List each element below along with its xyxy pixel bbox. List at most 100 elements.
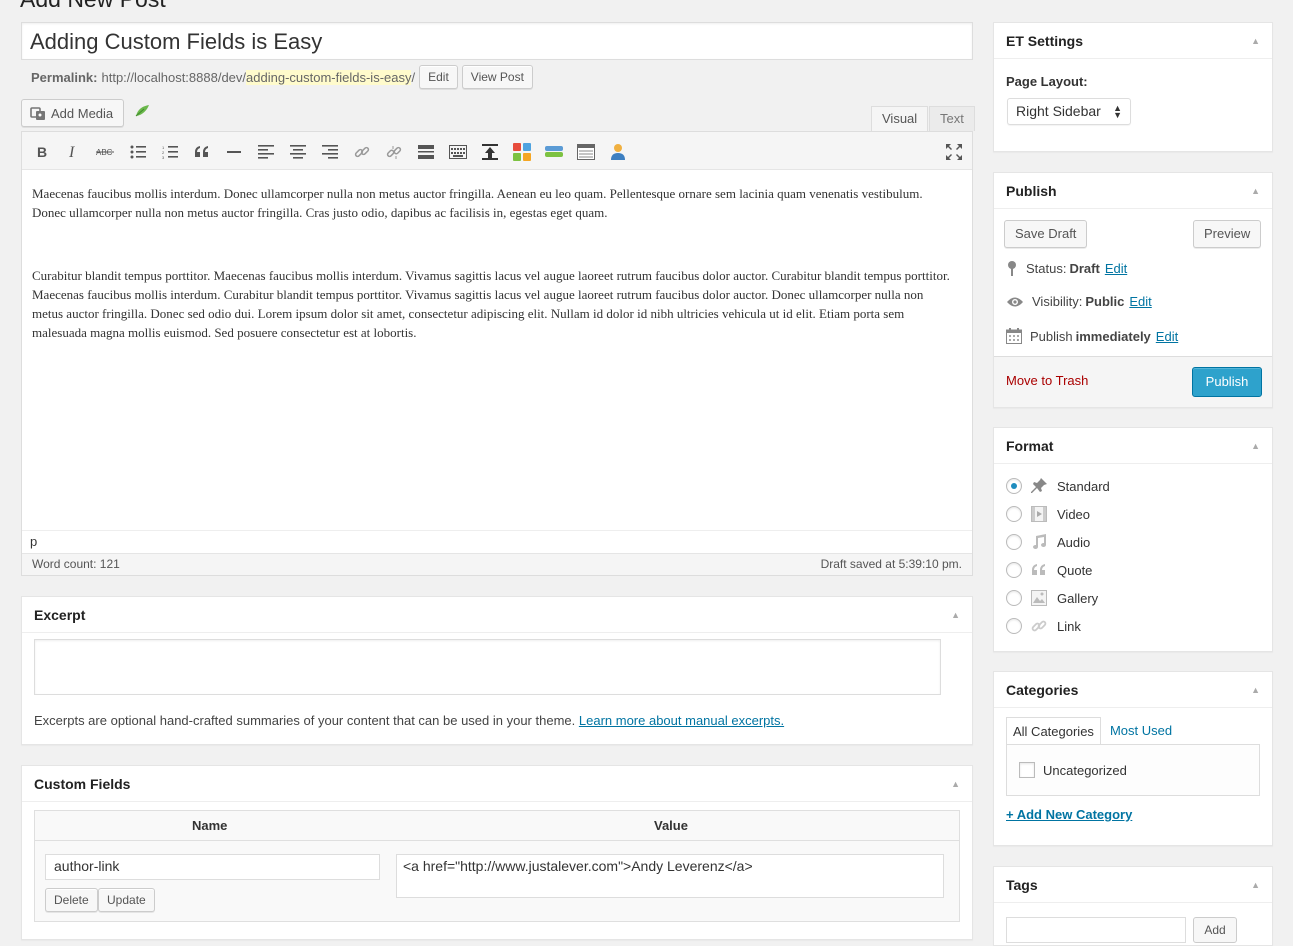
select-arrows-icon: ▲ ▼ [1113,102,1122,120]
publish-button[interactable]: Publish [1192,367,1262,397]
radio-button[interactable] [1006,562,1022,578]
fullscreen-icon[interactable] [944,142,964,162]
permalink-base: http://localhost:8888/dev/ [101,69,247,85]
quote-icon [1030,561,1048,579]
slider-icon[interactable] [544,142,564,162]
horizontal-rule-icon[interactable] [224,142,244,162]
format-option-quote[interactable]: Quote [1006,560,1092,580]
collapse-arrow-icon[interactable]: ▲ [1251,685,1260,695]
custom-field-value-input[interactable]: <a href="http://www.justalever.com">Andy… [396,854,944,898]
align-right-icon[interactable] [320,142,340,162]
tags-header[interactable]: Tags ▲ [994,867,1272,903]
category-item[interactable]: Uncategorized [1019,762,1127,778]
unlink-icon[interactable] [384,142,404,162]
blockquote-icon[interactable] [192,142,212,162]
format-option-link[interactable]: Link [1006,616,1081,636]
tag-input[interactable] [1006,917,1186,943]
numbered-list-icon[interactable]: 123 [160,142,180,162]
format-option-audio[interactable]: Audio [1006,532,1090,552]
permalink-slug[interactable]: adding-custom-fields-is-easy [246,69,412,85]
categories-header[interactable]: Categories ▲ [994,672,1272,708]
tab-visual[interactable]: Visual [871,106,929,131]
excerpt-learn-more-link[interactable]: Learn more about manual excerpts. [579,713,784,728]
link-icon[interactable] [352,142,372,162]
format-option-gallery[interactable]: Gallery [1006,588,1098,608]
calendar-icon [1006,328,1022,344]
align-center-icon[interactable] [288,142,308,162]
page-title: Add New Post [20,0,166,13]
excerpt-header[interactable]: Excerpt ▲ [22,597,972,633]
tab-all-categories[interactable]: All Categories [1006,717,1101,745]
radio-button[interactable] [1006,618,1022,634]
format-option-video[interactable]: Video [1006,504,1090,524]
toolbar-toggle-icon[interactable] [448,142,468,162]
collapse-arrow-icon[interactable]: ▲ [951,610,960,620]
visibility-value: Public [1085,294,1125,309]
bullet-list-icon[interactable] [128,142,148,162]
format-label: Link [1057,618,1081,634]
update-button[interactable]: Update [98,888,155,912]
categories-box: Categories ▲ All Categories Most Used Un… [993,671,1273,846]
collapse-arrow-icon[interactable]: ▲ [1251,441,1260,451]
schedule-edit-link[interactable]: Edit [1156,329,1178,344]
editor-status-bar: Word count: 121 Draft saved at 5:39:10 p… [22,553,972,575]
tags-title: Tags [1006,876,1038,893]
read-more-icon[interactable] [416,142,436,162]
custom-field-name-input[interactable]: author-link [45,854,380,880]
bold-icon[interactable]: B [32,142,52,162]
publish-header[interactable]: Publish ▲ [994,173,1272,209]
excerpt-textarea[interactable] [34,639,941,695]
et-settings-title: ET Settings [1006,32,1084,49]
format-label: Audio [1057,534,1091,550]
permalink-row: Permalink: http://localhost:8888/dev/add… [31,65,533,89]
status-edit-link[interactable]: Edit [1105,261,1127,276]
format-option-standard[interactable]: Standard [1006,476,1110,496]
radio-button[interactable] [1006,534,1022,550]
add-tag-button[interactable]: Add [1193,917,1237,943]
excerpt-help: Excerpts are optional hand-crafted summa… [34,713,784,728]
et-settings-header[interactable]: ET Settings ▲ [994,23,1272,59]
upload-icon[interactable] [480,142,500,162]
visibility-edit-link[interactable]: Edit [1129,294,1151,309]
format-label: Quote [1057,562,1093,578]
strikethrough-icon[interactable]: ABC [95,142,115,162]
radio-button[interactable] [1006,478,1022,494]
color-grid-icon[interactable] [512,142,532,162]
format-header[interactable]: Format ▲ [994,428,1272,464]
leaf-icon[interactable] [134,104,150,121]
page-layout-select[interactable]: Right Sidebar ▲ ▼ [1007,98,1131,125]
publish-box: Publish ▲ Save Draft Preview Status: Dra… [993,172,1273,408]
editor-content[interactable]: Maecenas faucibus mollis interdum. Donec… [32,184,957,386]
radio-button[interactable] [1006,506,1022,522]
schedule-value: immediately [1075,328,1151,344]
category-label: Uncategorized [1043,762,1127,778]
add-new-category-link[interactable]: + Add New Category [1006,807,1132,822]
user-icon[interactable] [608,142,628,162]
radio-button[interactable] [1006,590,1022,606]
custom-fields-header[interactable]: Custom Fields ▲ [22,766,972,802]
save-draft-button[interactable]: Save Draft [1004,220,1088,248]
post-title-input[interactable]: Adding Custom Fields is Easy [21,22,973,60]
collapse-arrow-icon[interactable]: ▲ [1251,186,1260,196]
tab-text[interactable]: Text [929,106,975,131]
audio-icon [1030,533,1048,551]
collapse-arrow-icon[interactable]: ▲ [1251,36,1260,46]
move-to-trash-link[interactable]: Move to Trash [1006,373,1088,388]
preview-button[interactable]: Preview [1193,220,1262,248]
table-icon[interactable] [576,142,596,162]
italic-icon[interactable]: I [63,142,83,162]
excerpt-box: Excerpt ▲ Excerpts are optional hand-cra… [21,596,973,745]
delete-button[interactable]: Delete [45,888,98,912]
tab-most-used[interactable]: Most Used [1101,717,1181,745]
collapse-arrow-icon[interactable]: ▲ [1251,880,1260,890]
collapse-arrow-icon[interactable]: ▲ [951,779,960,789]
category-checkbox[interactable] [1019,762,1035,778]
page-layout-label: Page Layout: [1006,74,1088,89]
align-left-icon[interactable] [256,142,276,162]
permalink-edit-button[interactable]: Edit [419,65,458,89]
custom-fields-header-row: Name Value [35,811,959,841]
view-post-button[interactable]: View Post [461,65,533,89]
eye-icon [1007,297,1023,306]
link-icon [1030,617,1048,635]
add-media-button[interactable]: Add Media [21,99,124,127]
